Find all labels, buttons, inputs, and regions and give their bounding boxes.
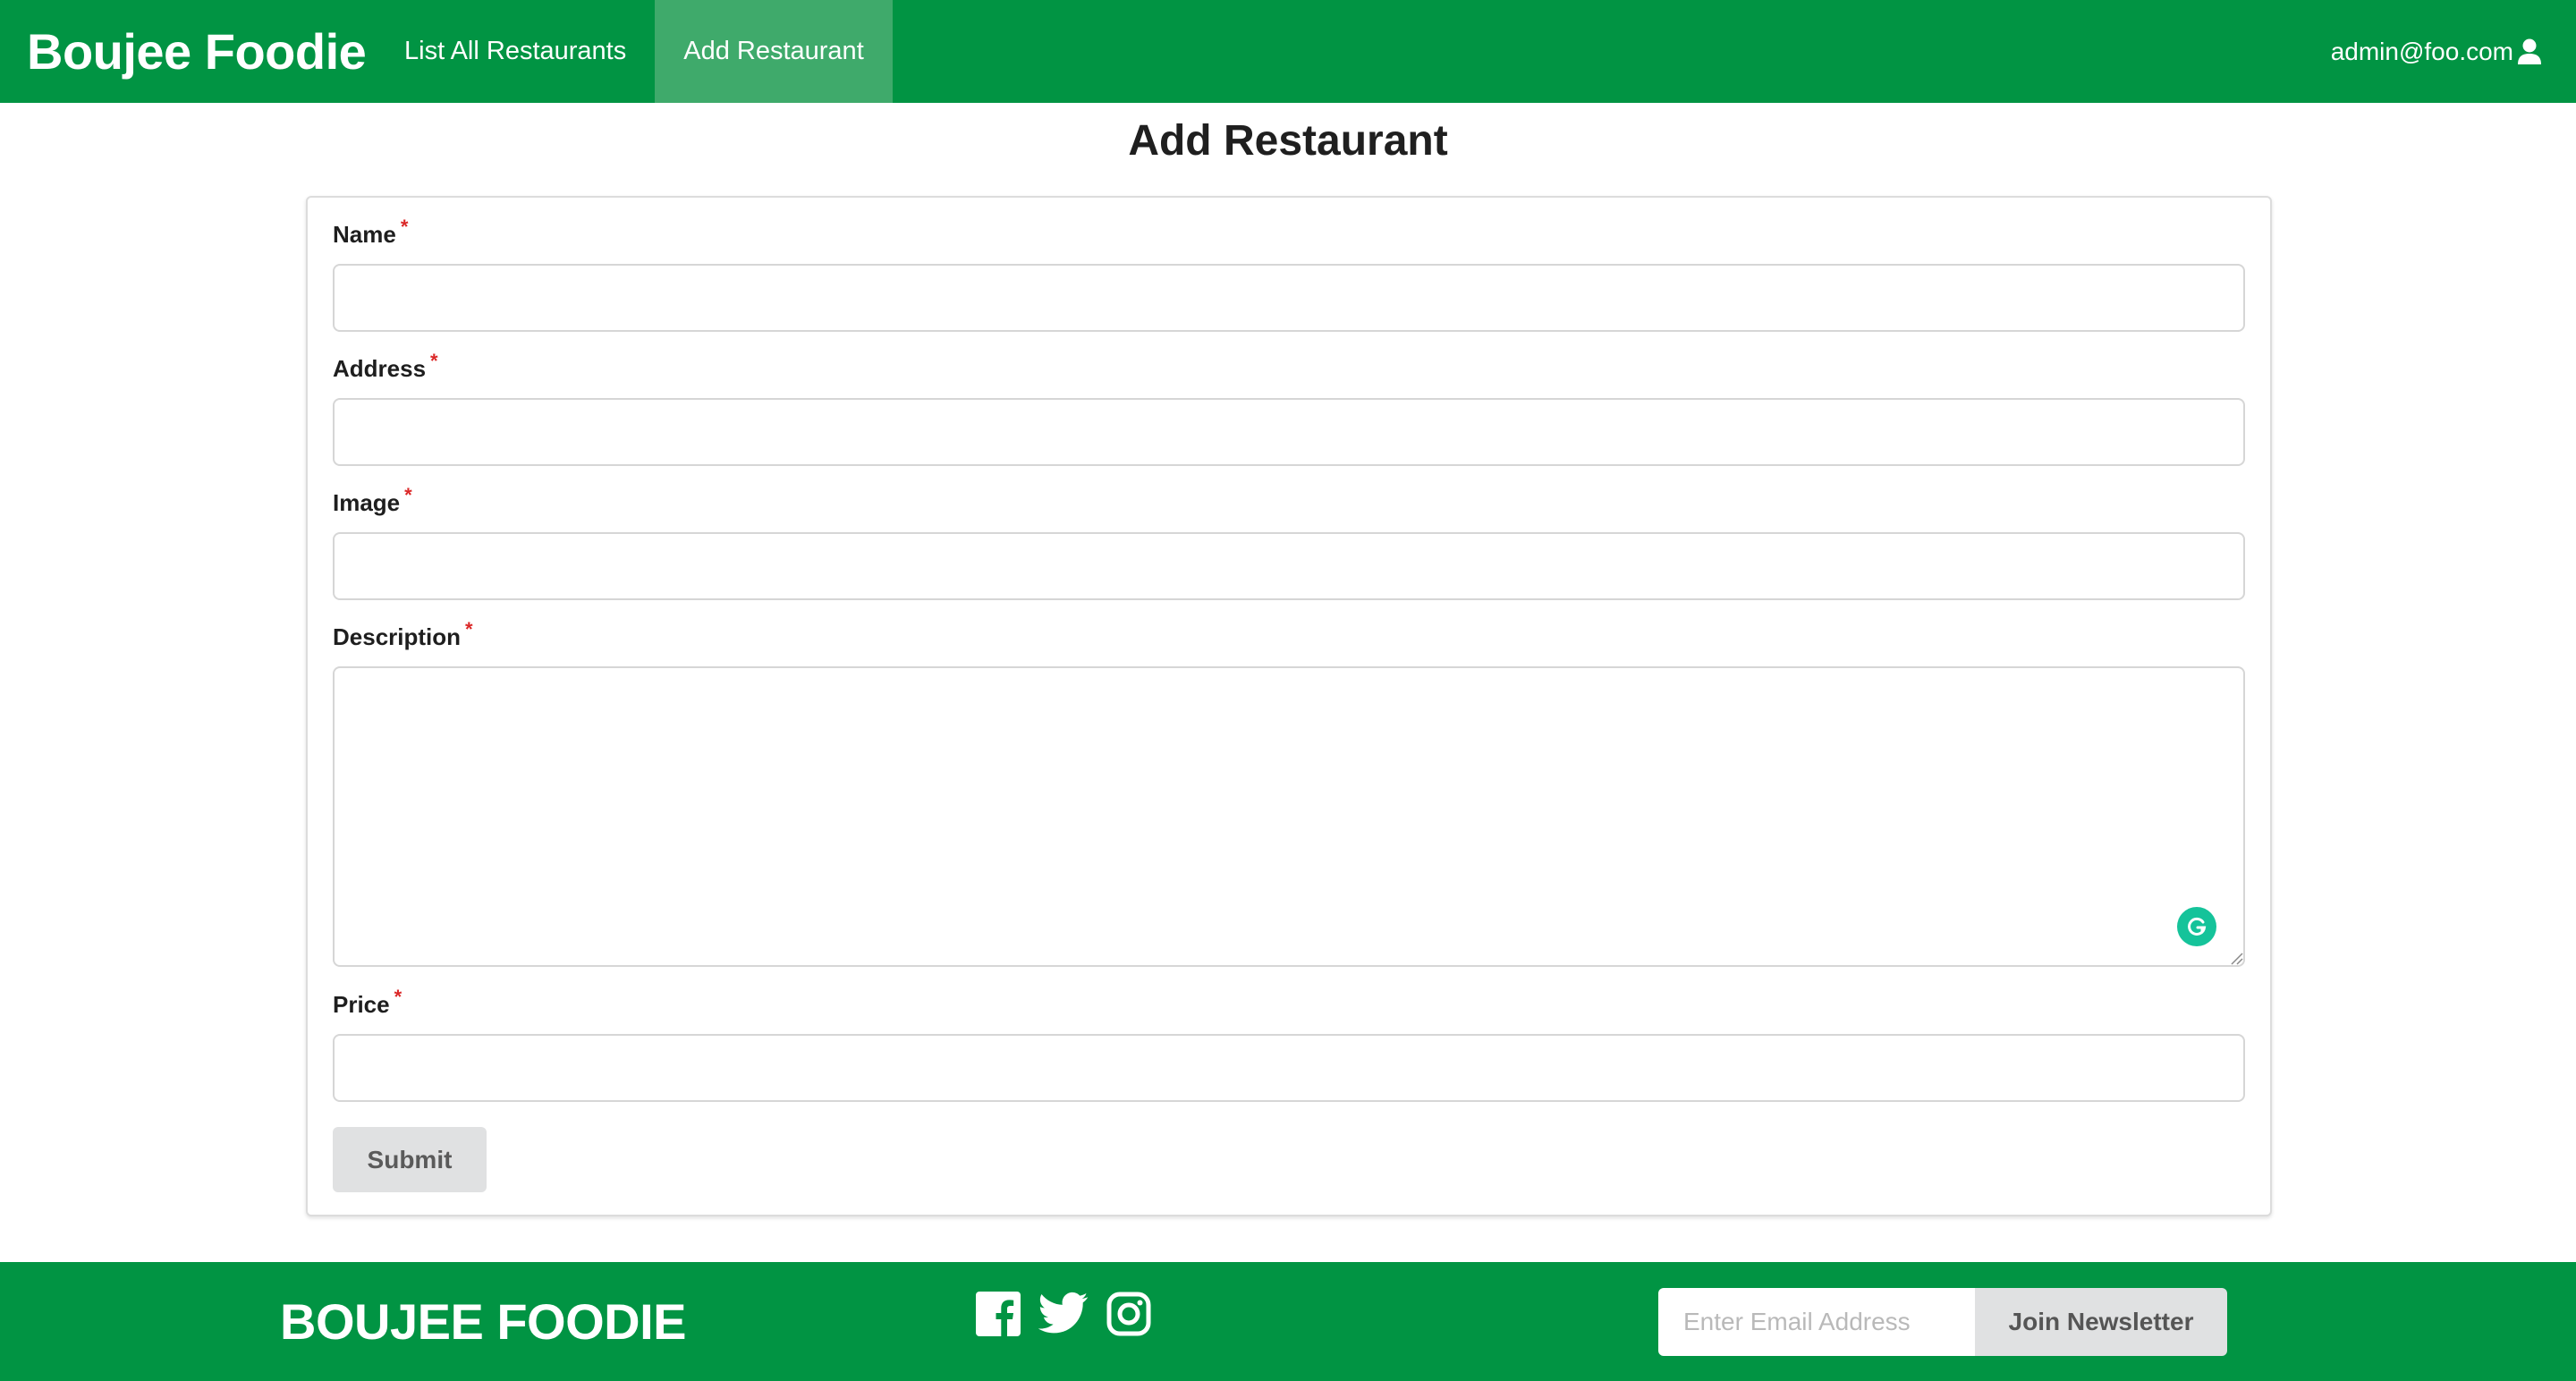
name-label: Name * bbox=[333, 216, 408, 249]
required-marker: * bbox=[394, 986, 402, 1008]
footer: BOUJEE FOODIE Join Newsletter bbox=[0, 1262, 2576, 1381]
description-textarea[interactable] bbox=[333, 666, 2245, 967]
address-label-text: Address bbox=[333, 355, 427, 382]
user-menu[interactable]: admin@foo.com bbox=[2331, 0, 2576, 103]
twitter-icon[interactable] bbox=[1038, 1292, 1089, 1334]
join-newsletter-button[interactable]: Join Newsletter bbox=[1975, 1288, 2227, 1356]
user-icon bbox=[2517, 38, 2542, 65]
image-label: Image * bbox=[333, 484, 412, 517]
price-label-text: Price bbox=[333, 991, 390, 1018]
add-restaurant-form: Name * Address * Image * Description * Price… bbox=[306, 196, 2272, 1216]
description-label-text: Description bbox=[333, 623, 462, 650]
instagram-icon[interactable] bbox=[1106, 1292, 1151, 1336]
top-navbar: Boujee Foodie List All Restaurants Add R… bbox=[0, 0, 2576, 103]
name-input[interactable] bbox=[333, 264, 2245, 332]
page-title: Add Restaurant bbox=[1128, 117, 1448, 165]
required-marker: * bbox=[404, 484, 412, 506]
footer-brand: BOUJEE FOODIE bbox=[280, 1293, 687, 1350]
address-label: Address * bbox=[333, 350, 438, 383]
address-input[interactable] bbox=[333, 398, 2245, 466]
required-marker: * bbox=[465, 618, 473, 640]
brand-logo[interactable]: Boujee Foodie bbox=[0, 0, 376, 103]
nav-item-add-restaurant[interactable]: Add Restaurant bbox=[655, 0, 893, 103]
image-label-text: Image bbox=[333, 489, 401, 516]
required-marker: * bbox=[400, 216, 409, 238]
submit-button[interactable]: Submit bbox=[333, 1127, 487, 1192]
newsletter-email-input[interactable] bbox=[1658, 1288, 1975, 1356]
newsletter-form: Join Newsletter bbox=[1658, 1288, 2227, 1356]
user-email: admin@foo.com bbox=[2330, 37, 2513, 65]
price-label: Price * bbox=[333, 986, 402, 1019]
description-label: Description * bbox=[333, 618, 473, 651]
grammarly-icon[interactable] bbox=[2177, 907, 2216, 946]
facebook-icon[interactable] bbox=[976, 1292, 1021, 1336]
resize-handle-icon[interactable] bbox=[2229, 951, 2243, 965]
name-label-text: Name bbox=[333, 221, 396, 248]
nav-item-list-all-restaurants[interactable]: List All Restaurants bbox=[376, 0, 655, 103]
price-input[interactable] bbox=[333, 1034, 2245, 1102]
required-marker: * bbox=[430, 350, 438, 372]
image-input[interactable] bbox=[333, 532, 2245, 600]
